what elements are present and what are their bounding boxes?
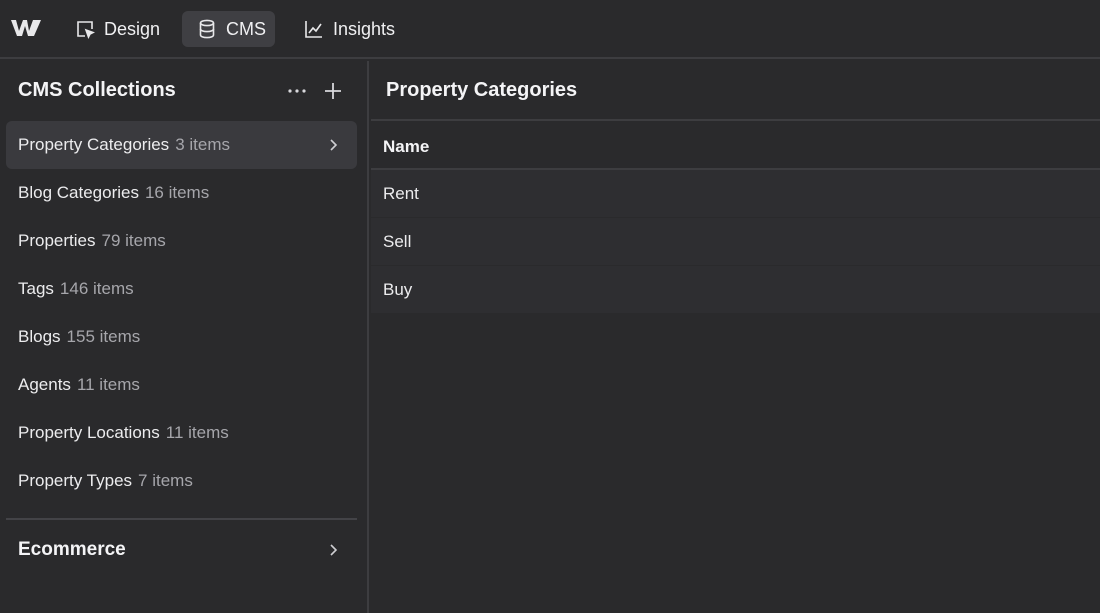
collection-item-blogs[interactable]: Blogs 155 items [6,313,357,361]
line-chart-icon [303,18,325,40]
collection-name: Agents [18,375,71,394]
cursor-select-icon [74,18,96,40]
table-cell-name: Rent [383,183,419,203]
collection-title: Property Categories [386,79,578,101]
collection-name: Properties [18,231,96,250]
collection-count: 11 items [76,375,140,394]
collection-name: Tags [18,279,54,298]
nav-insights-button[interactable]: Insights [299,11,399,47]
add-collection-icon[interactable] [321,79,345,103]
sidebar-title: CMS Collections [18,79,176,101]
nav-insights-label: Insights [333,18,396,39]
collection-item-property-types[interactable]: Property Types 7 items [6,457,357,505]
nav-cms-label: CMS [226,18,266,39]
collection-count: 3 items [175,135,230,154]
cms-sidebar: CMS Collections Property Categories 3 it… [0,61,369,613]
chevron-right-icon [323,135,343,155]
sidebar-divider [6,518,357,520]
collection-name: Property Categories [18,135,170,154]
table-cell-name: Sell [383,231,412,251]
database-icon [196,18,218,40]
collection-name: Blogs [18,327,61,346]
nav-cms-button[interactable]: CMS [182,11,275,47]
collection-panel: Property Categories Name Rent Sell Buy [371,61,1100,613]
more-options-icon[interactable] [285,79,309,103]
collection-name: Property Locations [18,423,160,442]
collection-count: 155 items [66,327,141,346]
sidebar-header: CMS Collections [0,61,367,121]
nav-design-button[interactable]: Design [70,11,164,47]
chevron-right-icon [323,540,343,560]
table-row[interactable]: Rent [371,170,1100,218]
collection-item-property-categories[interactable]: Property Categories 3 items [6,121,357,169]
webflow-logo-icon[interactable] [10,17,42,39]
collection-item-tags[interactable]: Tags 146 items [6,265,357,313]
collection-name: Blog Categories [18,183,139,202]
table-body: Rent Sell Buy [371,170,1100,314]
table-row[interactable]: Sell [371,218,1100,266]
collection-item-blog-categories[interactable]: Blog Categories 16 items [6,169,357,217]
top-bar: Design CMS Insights [0,0,1100,59]
collection-name: Property Types [18,471,133,490]
nav-design-label: Design [104,18,161,39]
collection-header: Property Categories [371,61,1100,121]
collection-count: 79 items [101,231,166,250]
ecommerce-label: Ecommerce [18,539,126,560]
collection-list: Property Categories 3 items Blog Categor… [6,121,357,505]
collection-count: 16 items [144,183,210,202]
collection-item-agents[interactable]: Agents 11 items [6,361,357,409]
collection-count: 11 items [165,423,229,442]
ecommerce-section[interactable]: Ecommerce [6,526,357,574]
table-row[interactable]: Buy [371,266,1100,314]
table-header: Name [371,123,1100,170]
collection-item-property-locations[interactable]: Property Locations 11 items [6,409,357,457]
collection-count: 7 items [138,471,193,490]
collection-count: 146 items [59,279,134,298]
column-header-name[interactable]: Name [383,137,429,157]
collection-item-properties[interactable]: Properties 79 items [6,217,357,265]
table-cell-name: Buy [383,279,413,299]
